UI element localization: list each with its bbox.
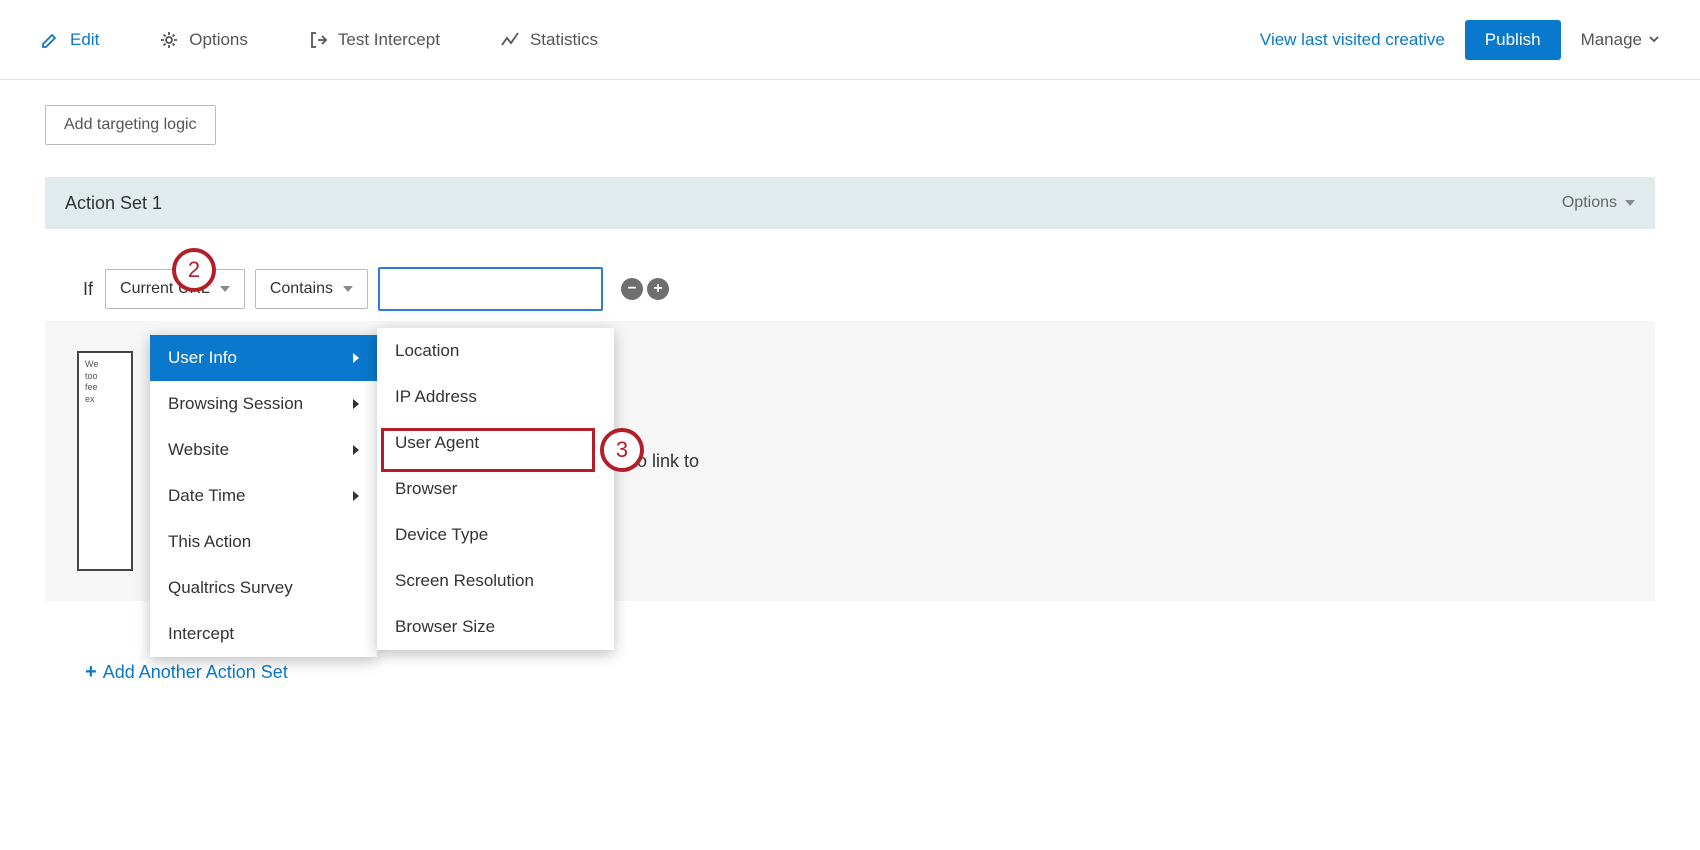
creative-thumbnail[interactable]: We too fee ex bbox=[77, 351, 133, 571]
caret-down-icon bbox=[343, 286, 353, 292]
submenu-item-location[interactable]: Location bbox=[377, 328, 614, 374]
tab-edit[interactable]: Edit bbox=[40, 30, 99, 50]
field-submenu: Location IP Address User Agent Browser D… bbox=[377, 328, 614, 650]
operator-select-value: Contains bbox=[270, 280, 333, 298]
chart-line-icon bbox=[500, 30, 520, 50]
menu-item-this-action[interactable]: This Action bbox=[150, 519, 377, 565]
logic-row: If Current URL Contains − + bbox=[83, 267, 1655, 311]
tab-options-label: Options bbox=[189, 30, 248, 50]
add-targeting-logic-button[interactable]: Add targeting logic bbox=[45, 105, 216, 145]
manage-dropdown[interactable]: Manage bbox=[1581, 30, 1660, 50]
action-set-options-dropdown[interactable]: Options bbox=[1562, 194, 1635, 212]
top-toolbar: Edit Options Test Intercept Statistics V… bbox=[0, 0, 1700, 80]
menu-item-date-time[interactable]: Date Time bbox=[150, 473, 377, 519]
submenu-item-browser-size[interactable]: Browser Size bbox=[377, 604, 614, 650]
menu-item-website[interactable]: Website bbox=[150, 427, 377, 473]
tab-test-label: Test Intercept bbox=[338, 30, 440, 50]
operator-select[interactable]: Contains bbox=[255, 269, 368, 309]
tab-edit-label: Edit bbox=[70, 30, 99, 50]
menu-item-label: Intercept bbox=[168, 624, 234, 644]
submenu-label: Device Type bbox=[395, 525, 488, 545]
menu-item-qualtrics-survey[interactable]: Qualtrics Survey bbox=[150, 565, 377, 611]
arrow-right-icon bbox=[353, 491, 359, 501]
manage-label: Manage bbox=[1581, 30, 1642, 50]
gear-icon bbox=[159, 30, 179, 50]
add-another-action-set-link[interactable]: + Add Another Action Set bbox=[85, 661, 288, 684]
submenu-label: IP Address bbox=[395, 387, 477, 407]
arrow-right-icon bbox=[353, 353, 359, 363]
field-select[interactable]: Current URL bbox=[105, 269, 245, 309]
plus-icon: + bbox=[85, 661, 97, 684]
action-set-options-label: Options bbox=[1562, 194, 1617, 212]
view-last-creative-link[interactable]: View last visited creative bbox=[1260, 30, 1445, 50]
arrow-right-icon bbox=[353, 445, 359, 455]
submenu-label: Screen Resolution bbox=[395, 571, 534, 591]
caret-down-icon bbox=[1625, 200, 1635, 206]
menu-item-label: Browsing Session bbox=[168, 394, 303, 414]
submenu-item-screen-resolution[interactable]: Screen Resolution bbox=[377, 558, 614, 604]
submenu-label: Location bbox=[395, 341, 459, 361]
arrow-right-icon bbox=[353, 399, 359, 409]
add-remove-controls: − + bbox=[621, 278, 669, 300]
menu-item-intercept[interactable]: Intercept bbox=[150, 611, 377, 657]
menu-item-user-info[interactable]: User Info bbox=[150, 335, 377, 381]
tab-options[interactable]: Options bbox=[159, 30, 248, 50]
menu-item-label: Qualtrics Survey bbox=[168, 578, 293, 598]
menu-item-browsing-session[interactable]: Browsing Session bbox=[150, 381, 377, 427]
field-select-value: Current URL bbox=[120, 280, 210, 298]
tab-test-intercept[interactable]: Test Intercept bbox=[308, 30, 440, 50]
thumb-line: too bbox=[85, 371, 125, 383]
if-label: If bbox=[83, 279, 93, 300]
thumb-line: We bbox=[85, 359, 125, 371]
menu-item-label: This Action bbox=[168, 532, 251, 552]
add-another-label: Add Another Action Set bbox=[103, 662, 288, 683]
thumb-line: fee bbox=[85, 382, 125, 394]
value-input[interactable] bbox=[378, 267, 603, 311]
tab-stats-label: Statistics bbox=[530, 30, 598, 50]
submenu-label: Browser Size bbox=[395, 617, 495, 637]
caret-down-icon bbox=[220, 286, 230, 292]
chevron-down-icon bbox=[1648, 30, 1660, 50]
pencil-icon bbox=[40, 30, 60, 50]
submenu-item-user-agent[interactable]: User Agent bbox=[377, 420, 614, 466]
menu-item-label: User Info bbox=[168, 348, 237, 368]
export-icon bbox=[308, 30, 328, 50]
remove-condition-button[interactable]: − bbox=[621, 278, 643, 300]
submenu-item-ip-address[interactable]: IP Address bbox=[377, 374, 614, 420]
submenu-item-device-type[interactable]: Device Type bbox=[377, 512, 614, 558]
publish-button[interactable]: Publish bbox=[1465, 20, 1561, 60]
menu-item-label: Date Time bbox=[168, 486, 245, 506]
add-condition-button[interactable]: + bbox=[647, 278, 669, 300]
submenu-label: Browser bbox=[395, 479, 457, 499]
tab-statistics[interactable]: Statistics bbox=[500, 30, 598, 50]
thumb-line: ex bbox=[85, 394, 125, 406]
field-category-menu: User Info Browsing Session Website Date … bbox=[150, 335, 377, 657]
submenu-label: User Agent bbox=[395, 433, 479, 453]
submenu-item-browser[interactable]: Browser bbox=[377, 466, 614, 512]
action-set-header: Action Set 1 Options bbox=[45, 177, 1655, 229]
menu-item-label: Website bbox=[168, 440, 229, 460]
action-set-title: Action Set 1 bbox=[65, 193, 162, 214]
